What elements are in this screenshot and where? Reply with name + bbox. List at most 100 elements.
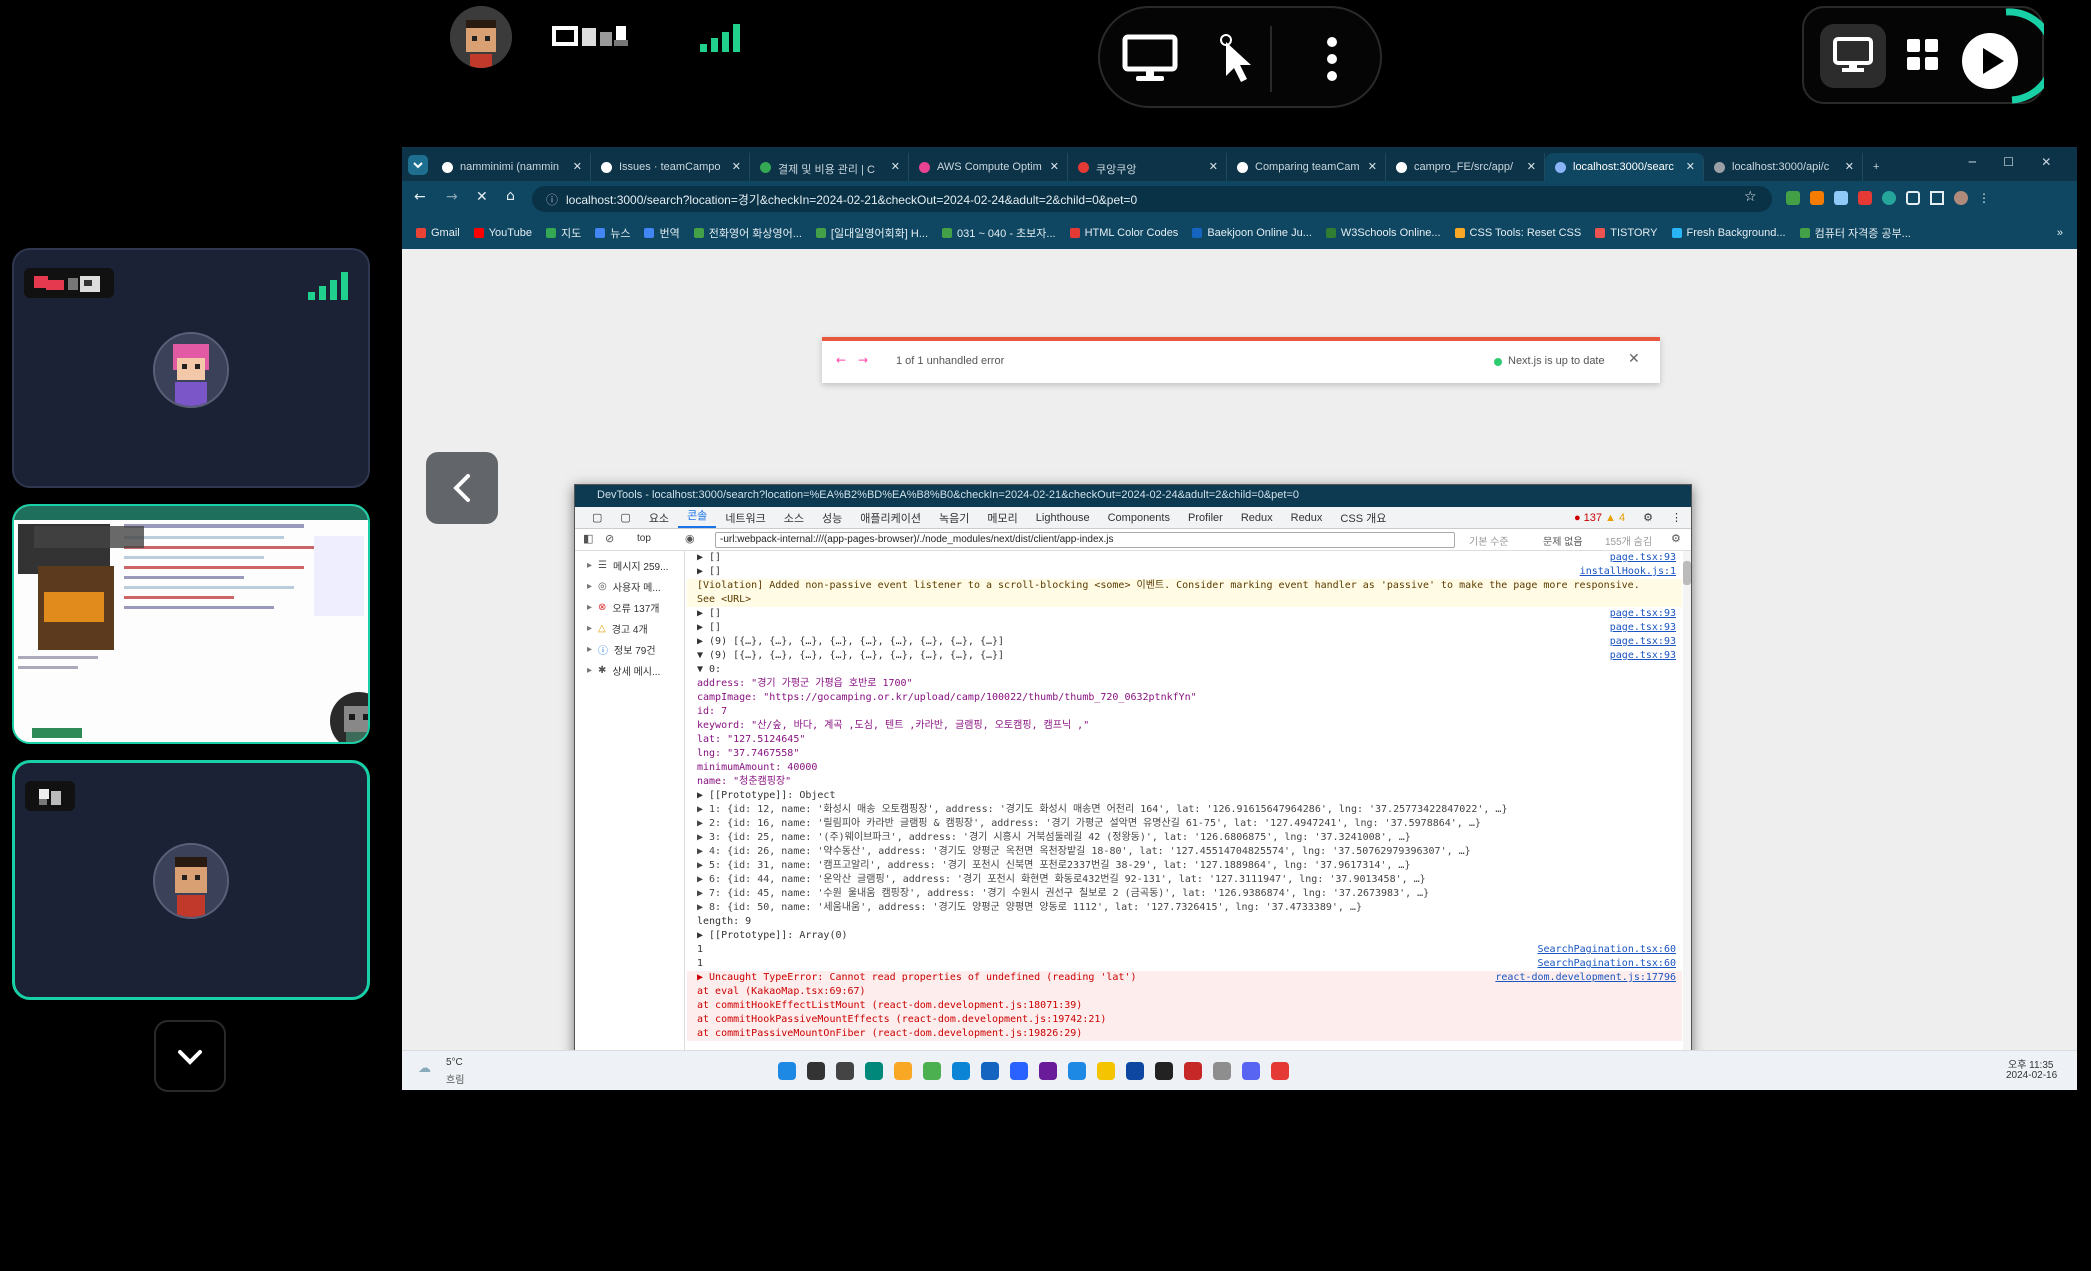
devtools-tab[interactable]: 소스 xyxy=(775,510,813,526)
bookmark-item[interactable]: HTML Color Codes xyxy=(1064,227,1185,239)
sidebar-toggle-icon[interactable]: ◧ xyxy=(583,532,593,545)
source-link[interactable]: SearchPagination.tsx:60 xyxy=(1538,957,1676,971)
browser-tab[interactable]: 쿠앙쿠앙 ✕ xyxy=(1068,153,1227,181)
close-icon[interactable]: ✕ xyxy=(1628,351,1640,367)
bookmark-item[interactable]: TISTORY xyxy=(1589,227,1663,239)
tab-search-button[interactable] xyxy=(408,155,428,175)
console-sidebar-item[interactable]: ▸ ⊗ 오류 137개 xyxy=(575,597,684,618)
taskbar-app-icon[interactable] xyxy=(1242,1062,1260,1080)
bookmark-item[interactable]: Gmail xyxy=(410,227,466,239)
close-icon[interactable]: ✕ xyxy=(732,160,741,173)
close-icon[interactable]: ✕ xyxy=(476,189,488,205)
play-record-icon[interactable] xyxy=(1954,4,2057,110)
taskbar-app-icon[interactable] xyxy=(1097,1062,1115,1080)
browser-tab[interactable]: Issues · teamCampo ✕ xyxy=(591,153,750,181)
clear-console-icon[interactable]: ⊘ xyxy=(605,532,614,545)
bookmark-item[interactable]: 전화영어 화상영어... xyxy=(688,225,808,241)
console-sidebar-item[interactable]: ▸ ⓘ 정보 79건 xyxy=(575,639,684,660)
gear-icon[interactable]: ⚙ xyxy=(1671,532,1681,545)
devtools-tab[interactable]: CSS 개요 xyxy=(1331,510,1395,526)
taskbar-app-icon[interactable] xyxy=(1184,1062,1202,1080)
bookmark-item[interactable]: 번역 xyxy=(638,225,685,241)
taskbar-app-icon[interactable] xyxy=(1271,1062,1289,1080)
close-icon[interactable]: ✕ xyxy=(1368,160,1377,173)
issues-count[interactable]: 문제 없음 xyxy=(1543,533,1583,548)
url-input[interactable]: ⓘ localhost:3000/search?location=경기&check… xyxy=(532,186,1772,212)
source-link[interactable]: page.tsx:93 xyxy=(1610,649,1676,663)
console-sidebar-item[interactable]: ▸ △ 경고 4개 xyxy=(575,618,684,639)
screen-share-icon[interactable] xyxy=(1820,24,1886,88)
source-link[interactable]: SearchPagination.tsx:60 xyxy=(1538,943,1676,957)
bookmark-item[interactable]: Fresh Background... xyxy=(1666,227,1792,239)
console-sidebar-item[interactable]: ▸ ☰ 메시지 259... xyxy=(575,555,684,576)
browser-tab[interactable]: namminimi (nammin ✕ xyxy=(432,153,591,181)
bookmark-item[interactable]: 컴퓨터 자격증 공부... xyxy=(1794,225,1917,241)
taskbar-app-icon[interactable] xyxy=(894,1062,912,1080)
close-icon[interactable]: ✕ xyxy=(1686,160,1695,173)
previous-page-button[interactable] xyxy=(426,452,498,524)
devtools-tab[interactable]: 네트워크 xyxy=(716,510,774,526)
taskbar-app-icon[interactable] xyxy=(865,1062,883,1080)
taskbar-app-icon[interactable] xyxy=(1039,1062,1057,1080)
bookmark-item[interactable]: 031 ~ 040 - 초보자... xyxy=(936,225,1062,241)
monitor-icon[interactable] xyxy=(1122,34,1178,84)
extension-icon[interactable] xyxy=(1834,191,1848,205)
device-icon[interactable]: ▢ xyxy=(611,511,639,524)
maximize-icon[interactable]: ☐ xyxy=(2003,155,2014,173)
devtools-tab[interactable]: Components xyxy=(1099,512,1179,524)
close-icon[interactable]: ✕ xyxy=(1527,160,1536,173)
side-panel-icon[interactable] xyxy=(1930,191,1944,205)
taskbar-app-icon[interactable] xyxy=(1213,1062,1231,1080)
browser-tab[interactable]: campro_FE/src/app/ ✕ xyxy=(1386,153,1545,181)
more-vertical-icon[interactable]: ⋮ xyxy=(1662,511,1691,524)
close-icon[interactable]: ✕ xyxy=(573,160,582,173)
bookmark-item[interactable]: W3Schools Online... xyxy=(1320,227,1447,239)
home-icon[interactable]: ⌂ xyxy=(506,188,515,204)
devtools-tab[interactable]: 녹음기 xyxy=(930,510,978,526)
new-tab-button[interactable]: + xyxy=(1863,153,1893,181)
taskbar-app-icon[interactable] xyxy=(807,1062,825,1080)
grid-layout-icon[interactable] xyxy=(1906,38,1940,72)
browser-menu-icon[interactable]: ⋮ xyxy=(1978,191,1990,207)
participant-tile-active[interactable] xyxy=(12,760,370,1000)
site-info-icon[interactable]: ⓘ xyxy=(546,193,558,207)
source-link[interactable]: page.tsx:93 xyxy=(1610,551,1676,565)
devtools-tab[interactable]: 애플리케이션 xyxy=(851,510,930,526)
taskbar-app-icon[interactable] xyxy=(1010,1062,1028,1080)
console-sidebar-item[interactable]: ▸ ✱ 상세 메시... xyxy=(575,660,684,681)
bookmark-item[interactable]: Baekjoon Online Ju... xyxy=(1186,227,1318,239)
context-select[interactable]: top xyxy=(637,533,651,544)
extension-icon[interactable] xyxy=(1858,191,1872,205)
devtools-tab[interactable]: 요소 xyxy=(640,510,678,526)
log-level-select[interactable]: 기본 수준 xyxy=(1469,533,1509,548)
scroll-down-button[interactable] xyxy=(154,1020,226,1092)
source-link[interactable]: react-dom.development.js:17796 xyxy=(1495,971,1676,985)
eye-icon[interactable]: ◉ xyxy=(685,532,695,545)
bookmark-item[interactable]: 뉴스 xyxy=(589,225,636,241)
error-count-badge[interactable]: ● 137 ▲ 4 xyxy=(1565,512,1634,524)
devtools-tab[interactable]: Redux xyxy=(1232,512,1282,524)
taskbar-app-icon[interactable] xyxy=(923,1062,941,1080)
back-icon[interactable]: ← xyxy=(414,189,426,205)
extensions-icon[interactable] xyxy=(1906,191,1920,205)
browser-tab[interactable]: localhost:3000/api/c ✕ xyxy=(1704,153,1863,181)
bookmark-item[interactable]: CSS Tools: Reset CSS xyxy=(1449,227,1588,239)
next-error-icon[interactable]: → xyxy=(858,353,868,367)
extension-icon[interactable] xyxy=(1810,191,1824,205)
taskbar-app-icon[interactable] xyxy=(1126,1062,1144,1080)
source-link[interactable]: page.tsx:93 xyxy=(1610,607,1676,621)
taskbar-app-icon[interactable] xyxy=(952,1062,970,1080)
devtools-tab[interactable]: Lighthouse xyxy=(1027,512,1099,524)
close-icon[interactable]: ✕ xyxy=(1050,160,1059,173)
devtools-tab[interactable]: 메모리 xyxy=(978,510,1026,526)
profile-avatar-icon[interactable] xyxy=(1954,191,1968,205)
devtools-tab[interactable]: Profiler xyxy=(1179,512,1232,524)
extension-icon[interactable] xyxy=(1786,191,1800,205)
chevron-right-icon[interactable]: » xyxy=(2051,227,2077,239)
bookmark-item[interactable]: YouTube xyxy=(468,227,538,239)
bookmark-item[interactable]: 지도 xyxy=(540,225,587,241)
source-link[interactable]: page.tsx:93 xyxy=(1610,635,1676,649)
forward-icon[interactable]: → xyxy=(446,189,458,205)
taskbar-app-icon[interactable] xyxy=(778,1062,796,1080)
more-vertical-icon[interactable] xyxy=(1326,36,1338,82)
